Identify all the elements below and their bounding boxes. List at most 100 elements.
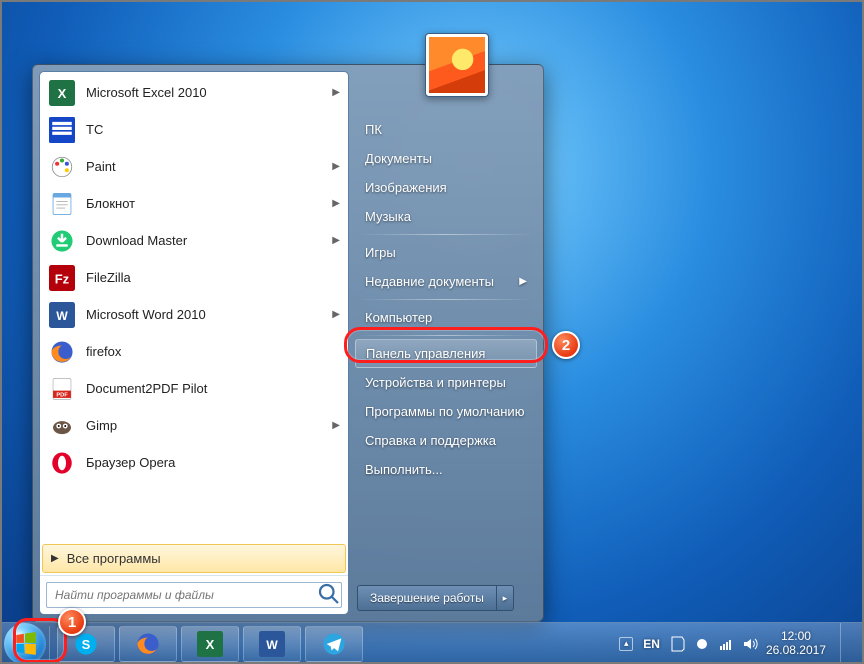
search-input[interactable] bbox=[47, 588, 317, 602]
places-item[interactable]: ПК bbox=[349, 115, 543, 144]
language-indicator[interactable]: EN bbox=[641, 637, 662, 651]
submenu-arrow-icon: ▶ bbox=[332, 235, 340, 246]
program-label: Paint bbox=[86, 159, 116, 174]
program-item-dm[interactable]: Download Master ▶ bbox=[42, 222, 346, 259]
program-item-tc[interactable]: TC bbox=[42, 111, 346, 148]
gimp-icon bbox=[48, 412, 76, 440]
program-item-fz[interactable]: Fz FileZilla bbox=[42, 259, 346, 296]
search-box[interactable] bbox=[46, 582, 342, 608]
program-label: Браузер Opera bbox=[86, 455, 175, 470]
ff-icon bbox=[48, 338, 76, 366]
program-label: firefox bbox=[86, 344, 121, 359]
show-desktop-button[interactable] bbox=[840, 623, 852, 664]
svg-text:PDF: PDF bbox=[56, 392, 68, 398]
program-label: Microsoft Word 2010 bbox=[86, 307, 206, 322]
program-label: Document2PDF Pilot bbox=[86, 381, 207, 396]
notepad-icon bbox=[48, 190, 76, 218]
submenu-arrow-icon: ▶ bbox=[332, 87, 340, 98]
taskbar-item-word[interactable]: W bbox=[243, 626, 301, 662]
taskbar-item-skype[interactable]: S bbox=[57, 626, 115, 662]
places-item[interactable]: Панель управления bbox=[355, 339, 537, 368]
arrow-right-icon: ▶ bbox=[51, 553, 59, 564]
taskbar-item-telegram[interactable] bbox=[305, 626, 363, 662]
taskbar-item-excel[interactable]: X bbox=[181, 626, 239, 662]
word-icon: W bbox=[259, 631, 285, 657]
skype-icon: S bbox=[73, 631, 99, 657]
windows-logo-icon bbox=[12, 631, 38, 657]
menu-separator bbox=[359, 299, 533, 300]
svg-text:W: W bbox=[266, 637, 278, 651]
shutdown-options-button[interactable]: ▸ bbox=[496, 585, 514, 611]
program-item-opera[interactable]: Браузер Opera bbox=[42, 444, 346, 481]
pdf-icon: PDF bbox=[48, 375, 76, 403]
svg-text:X: X bbox=[58, 85, 67, 100]
tray-overflow-button[interactable]: ▴ bbox=[619, 637, 633, 651]
clock-date: 26.08.2017 bbox=[766, 644, 826, 657]
svg-text:Fz: Fz bbox=[55, 271, 70, 286]
annotation-badge-2: 2 bbox=[552, 331, 580, 359]
start-menu-left-pane: XMicrosoft Excel 2010▶TCPaint▶Блокнот▶Do… bbox=[39, 71, 349, 615]
taskbar: S X W ▴ EN 12:00 26.08.2017 bbox=[0, 622, 864, 664]
program-item-ff[interactable]: firefox bbox=[42, 333, 346, 370]
places-label: Музыка bbox=[365, 209, 411, 224]
program-item-notepad[interactable]: Блокнот ▶ bbox=[42, 185, 346, 222]
menu-separator bbox=[359, 234, 533, 235]
excel-icon: X bbox=[197, 631, 223, 657]
places-item[interactable]: Игры bbox=[349, 238, 543, 267]
svg-text:X: X bbox=[206, 636, 215, 651]
recent-programs-list: XMicrosoft Excel 2010▶TCPaint▶Блокнот▶Do… bbox=[40, 72, 348, 542]
taskbar-item-firefox[interactable] bbox=[119, 626, 177, 662]
places-item[interactable]: Компьютер bbox=[349, 303, 543, 332]
places-item[interactable]: Программы по умолчанию bbox=[349, 397, 543, 426]
program-item-gimp[interactable]: Gimp▶ bbox=[42, 407, 346, 444]
places-item[interactable]: Недавние документы▶ bbox=[349, 267, 543, 296]
tray-app-icon[interactable] bbox=[694, 636, 710, 652]
volume-icon[interactable] bbox=[742, 636, 758, 652]
program-label: TC bbox=[86, 122, 103, 137]
program-label: Microsoft Excel 2010 bbox=[86, 85, 207, 100]
program-item-excel[interactable]: X Microsoft Excel 2010 ▶ bbox=[42, 74, 346, 111]
program-label: FileZilla bbox=[86, 270, 131, 285]
places-label: Компьютер bbox=[365, 310, 432, 325]
search-icon[interactable] bbox=[317, 582, 341, 609]
start-menu-right-pane: ПК Документы Изображения Музыка ИгрыНедавние… bbox=[349, 65, 543, 621]
program-item-pdf[interactable]: PDF Document2PDF Pilot bbox=[42, 370, 346, 407]
submenu-arrow-icon: ▶ bbox=[332, 161, 340, 172]
clock-time: 12:00 bbox=[766, 630, 826, 643]
all-programs-button[interactable]: ▶ Все программы bbox=[42, 544, 346, 573]
places-item[interactable]: Изображения bbox=[349, 173, 543, 202]
program-item-paint[interactable]: Paint ▶ bbox=[42, 148, 346, 185]
action-center-icon[interactable] bbox=[670, 636, 686, 652]
start-button[interactable] bbox=[4, 623, 46, 664]
places-item[interactable]: Выполнить... bbox=[349, 455, 543, 484]
places-label: Устройства и принтеры bbox=[365, 375, 506, 390]
places-label: Изображения bbox=[365, 180, 447, 195]
places-label: Программы по умолчанию bbox=[365, 404, 524, 419]
places-label: Выполнить... bbox=[365, 462, 443, 477]
telegram-icon bbox=[321, 631, 347, 657]
places-label: Документы bbox=[365, 151, 432, 166]
user-picture[interactable] bbox=[425, 33, 489, 97]
program-item-word[interactable]: W Microsoft Word 2010 ▶ bbox=[42, 296, 346, 333]
dm-icon bbox=[48, 227, 76, 255]
places-item[interactable]: Документы bbox=[349, 144, 543, 173]
places-item[interactable]: Музыка bbox=[349, 202, 543, 231]
program-label: Download Master bbox=[86, 233, 187, 248]
all-programs-label: Все программы bbox=[67, 551, 161, 566]
svg-text:W: W bbox=[56, 308, 68, 322]
shutdown-group: Завершение работы ▸ bbox=[357, 585, 535, 611]
submenu-arrow-icon: ▶ bbox=[332, 309, 340, 320]
firefox-icon bbox=[135, 631, 161, 657]
clock[interactable]: 12:00 26.08.2017 bbox=[766, 630, 826, 656]
program-label: Блокнот bbox=[86, 196, 135, 211]
places-item[interactable]: Справка и поддержка bbox=[349, 426, 543, 455]
places-label: Справка и поддержка bbox=[365, 433, 496, 448]
start-menu: XMicrosoft Excel 2010▶TCPaint▶Блокнот▶Do… bbox=[32, 64, 544, 622]
submenu-arrow-icon: ▶ bbox=[519, 276, 527, 287]
places-label: ПК bbox=[365, 122, 382, 137]
submenu-arrow-icon: ▶ bbox=[332, 198, 340, 209]
places-item[interactable]: Устройства и принтеры bbox=[349, 368, 543, 397]
system-tray: ▴ EN 12:00 26.08.2017 bbox=[611, 623, 860, 664]
shutdown-button[interactable]: Завершение работы bbox=[357, 585, 496, 611]
network-icon[interactable] bbox=[718, 636, 734, 652]
